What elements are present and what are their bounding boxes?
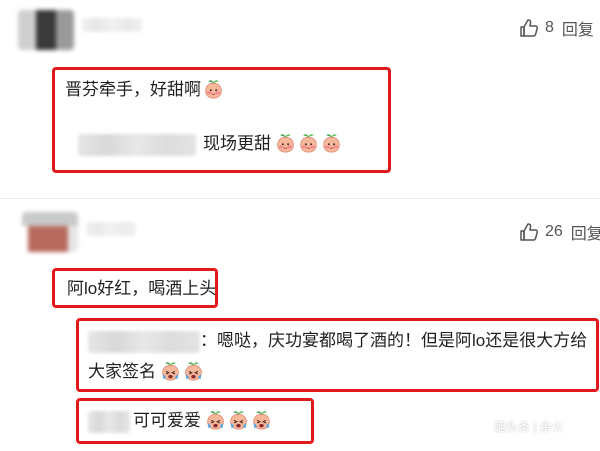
avatar[interactable]: [22, 212, 78, 252]
peach-face-blush-icon: [275, 132, 296, 153]
reply-text-continued: 大家签名: [88, 360, 204, 384]
comment-text: 晋芬牵手，好甜啊: [65, 78, 224, 102]
thumbs-up-icon[interactable]: [519, 18, 539, 38]
reply-text: 可可爱爱: [133, 409, 272, 433]
reply-username[interactable]: [88, 411, 130, 433]
reply-username[interactable]: [78, 134, 196, 156]
divider: [0, 198, 600, 199]
username[interactable]: [82, 18, 142, 32]
username[interactable]: [86, 222, 136, 236]
reply-username[interactable]: [88, 331, 200, 353]
peach-face-crying-icon: [205, 409, 226, 430]
watermark: 趣头条 | 余火: [494, 420, 564, 434]
reply-text: 现场更甜: [203, 132, 342, 156]
reply-text: ：嗯哒，庆功宴都喝了酒的！但是阿lo还是很大方给: [200, 331, 588, 350]
peach-face-blush-icon: [298, 132, 319, 153]
avatar[interactable]: [18, 10, 74, 50]
like-count: 8: [545, 19, 554, 36]
thumbs-up-icon[interactable]: [519, 222, 539, 242]
comment-actions: 8 回复: [519, 16, 594, 40]
peach-face-crying-icon: [183, 360, 204, 381]
comment-text: 阿lo好红，喝酒上头: [67, 279, 217, 298]
reply-button[interactable]: 回复: [571, 220, 600, 244]
like-count: 26: [545, 223, 563, 240]
peach-face-crying-icon: [228, 409, 249, 430]
comment-actions: 26 回复: [519, 220, 600, 244]
peach-face-crying-icon: [160, 360, 181, 381]
reply-button[interactable]: 回复: [562, 16, 594, 40]
peach-face-crying-icon: [251, 409, 272, 430]
peach-face-blush-icon: [321, 132, 342, 153]
peach-face-blush-icon: [203, 78, 224, 99]
